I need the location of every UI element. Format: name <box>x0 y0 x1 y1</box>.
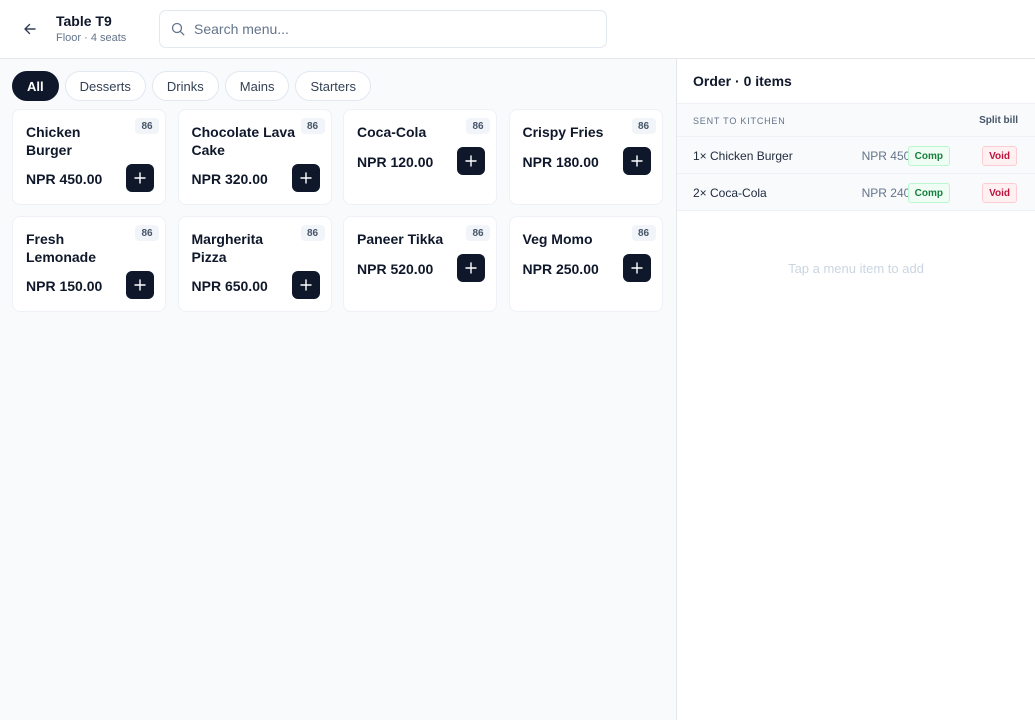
category-tabs: All Desserts Drinks Mains Starters <box>12 71 371 101</box>
item-price: NPR 250.00 <box>522 261 599 277</box>
menu-panel: All Desserts Drinks Mains Starters Chick… <box>0 59 676 720</box>
add-item-button[interactable] <box>457 254 485 282</box>
item-price: NPR 320.00 <box>191 171 268 187</box>
order-header: Order · 0 items <box>677 59 1035 104</box>
order-panel: Order · 0 items SENT TO KITCHEN Split bi… <box>676 59 1035 720</box>
comp-button[interactable]: Comp <box>907 183 950 203</box>
item-name: Margherita Pizza <box>191 231 264 265</box>
line-item-name: 2× Coca-Cola <box>693 186 767 200</box>
tab-drinks[interactable]: Drinks <box>151 71 219 101</box>
item-badge: 86 <box>466 118 490 134</box>
menu-card[interactable]: Paneer Tikka 86 NPR 520.00 <box>343 216 497 312</box>
add-item-button[interactable] <box>291 164 320 192</box>
sent-to-kitchen-section: SENT TO KITCHEN Split bill <box>677 104 1035 136</box>
add-item-button[interactable] <box>291 271 320 299</box>
search-input[interactable] <box>194 11 594 47</box>
plus-icon <box>299 279 312 291</box>
plus-icon <box>630 155 643 167</box>
item-badge: 86 <box>631 225 656 241</box>
plus-icon <box>134 279 146 291</box>
plus-icon <box>134 172 146 184</box>
menu-card[interactable]: Margherita Pizza 86 NPR 650.00 <box>177 216 332 312</box>
add-item-button[interactable] <box>622 147 651 175</box>
item-badge: 86 <box>135 118 159 134</box>
item-price: NPR 450.00 <box>26 171 103 187</box>
item-price: NPR 120.00 <box>357 154 434 170</box>
menu-card[interactable]: Coca-Cola 86 NPR 120.00 <box>343 109 497 205</box>
item-name: Paneer Tikka <box>357 231 444 247</box>
item-badge: 86 <box>300 225 325 241</box>
tab-all[interactable]: All <box>12 71 59 101</box>
item-price: NPR 650.00 <box>191 278 268 294</box>
plus-icon <box>630 262 643 274</box>
item-badge: 86 <box>300 118 325 134</box>
order-line: 1× Chicken Burger NPR 450.00 Comp Void <box>677 136 1035 174</box>
item-name: Chicken Burger <box>26 124 81 158</box>
order-title: Order · 0 items <box>693 73 792 89</box>
order-line: 2× Coca-Cola NPR 240.00 Comp Void <box>677 173 1035 211</box>
add-item-button[interactable] <box>622 254 651 282</box>
tab-starters[interactable]: Starters <box>295 71 371 101</box>
top-bar: Table T9 Floor · 4 seats <box>0 0 1035 59</box>
item-price: NPR 150.00 <box>26 278 103 294</box>
add-item-button[interactable] <box>457 147 485 175</box>
menu-card[interactable]: Chocolate Lava Cake 86 NPR 320.00 <box>177 109 332 205</box>
item-badge: 86 <box>466 225 490 241</box>
menu-card[interactable]: Crispy Fries 86 NPR 180.00 <box>508 109 663 205</box>
table-subtitle: Floor · 4 seats <box>56 32 127 44</box>
menu-card[interactable]: Fresh Lemonade 86 NPR 150.00 <box>12 216 166 312</box>
plus-icon <box>465 155 477 167</box>
menu-grid: Chicken Burger 86 NPR 450.00 Chocolate L… <box>12 109 663 312</box>
plus-icon <box>299 172 312 184</box>
tab-desserts[interactable]: Desserts <box>64 71 146 101</box>
void-button[interactable]: Void <box>982 146 1017 166</box>
add-item-button[interactable] <box>126 164 154 192</box>
comp-button[interactable]: Comp <box>907 146 950 166</box>
menu-card[interactable]: Chicken Burger 86 NPR 450.00 <box>12 109 166 205</box>
item-name: Crispy Fries <box>522 124 604 140</box>
item-price: NPR 520.00 <box>357 261 434 277</box>
add-item-button[interactable] <box>126 271 154 299</box>
void-button[interactable]: Void <box>982 183 1017 203</box>
split-bill-link[interactable]: Split bill <box>979 115 1018 126</box>
item-price: NPR 180.00 <box>522 154 599 170</box>
line-item-name: 1× Chicken Burger <box>693 149 793 163</box>
empty-hint: Tap a menu item to add <box>788 261 924 276</box>
item-name: Fresh Lemonade <box>26 231 97 265</box>
arrow-left-icon <box>24 23 36 35</box>
menu-card[interactable]: Veg Momo 86 NPR 250.00 <box>508 216 663 312</box>
page-title: Table T9 <box>56 13 112 29</box>
search-box[interactable] <box>159 10 607 48</box>
search-icon <box>171 22 185 36</box>
item-badge: 86 <box>631 118 656 134</box>
item-name: Veg Momo <box>522 231 593 247</box>
item-name: Coca-Cola <box>357 124 427 140</box>
back-button[interactable] <box>18 17 42 41</box>
item-name: Chocolate Lava Cake <box>191 124 295 158</box>
section-label: SENT TO KITCHEN <box>693 116 786 126</box>
tab-mains[interactable]: Mains <box>224 71 290 101</box>
divider <box>677 210 1035 211</box>
table-info: Table T9 Floor · 4 seats <box>56 13 126 45</box>
item-badge: 86 <box>135 225 159 241</box>
plus-icon <box>465 262 477 274</box>
